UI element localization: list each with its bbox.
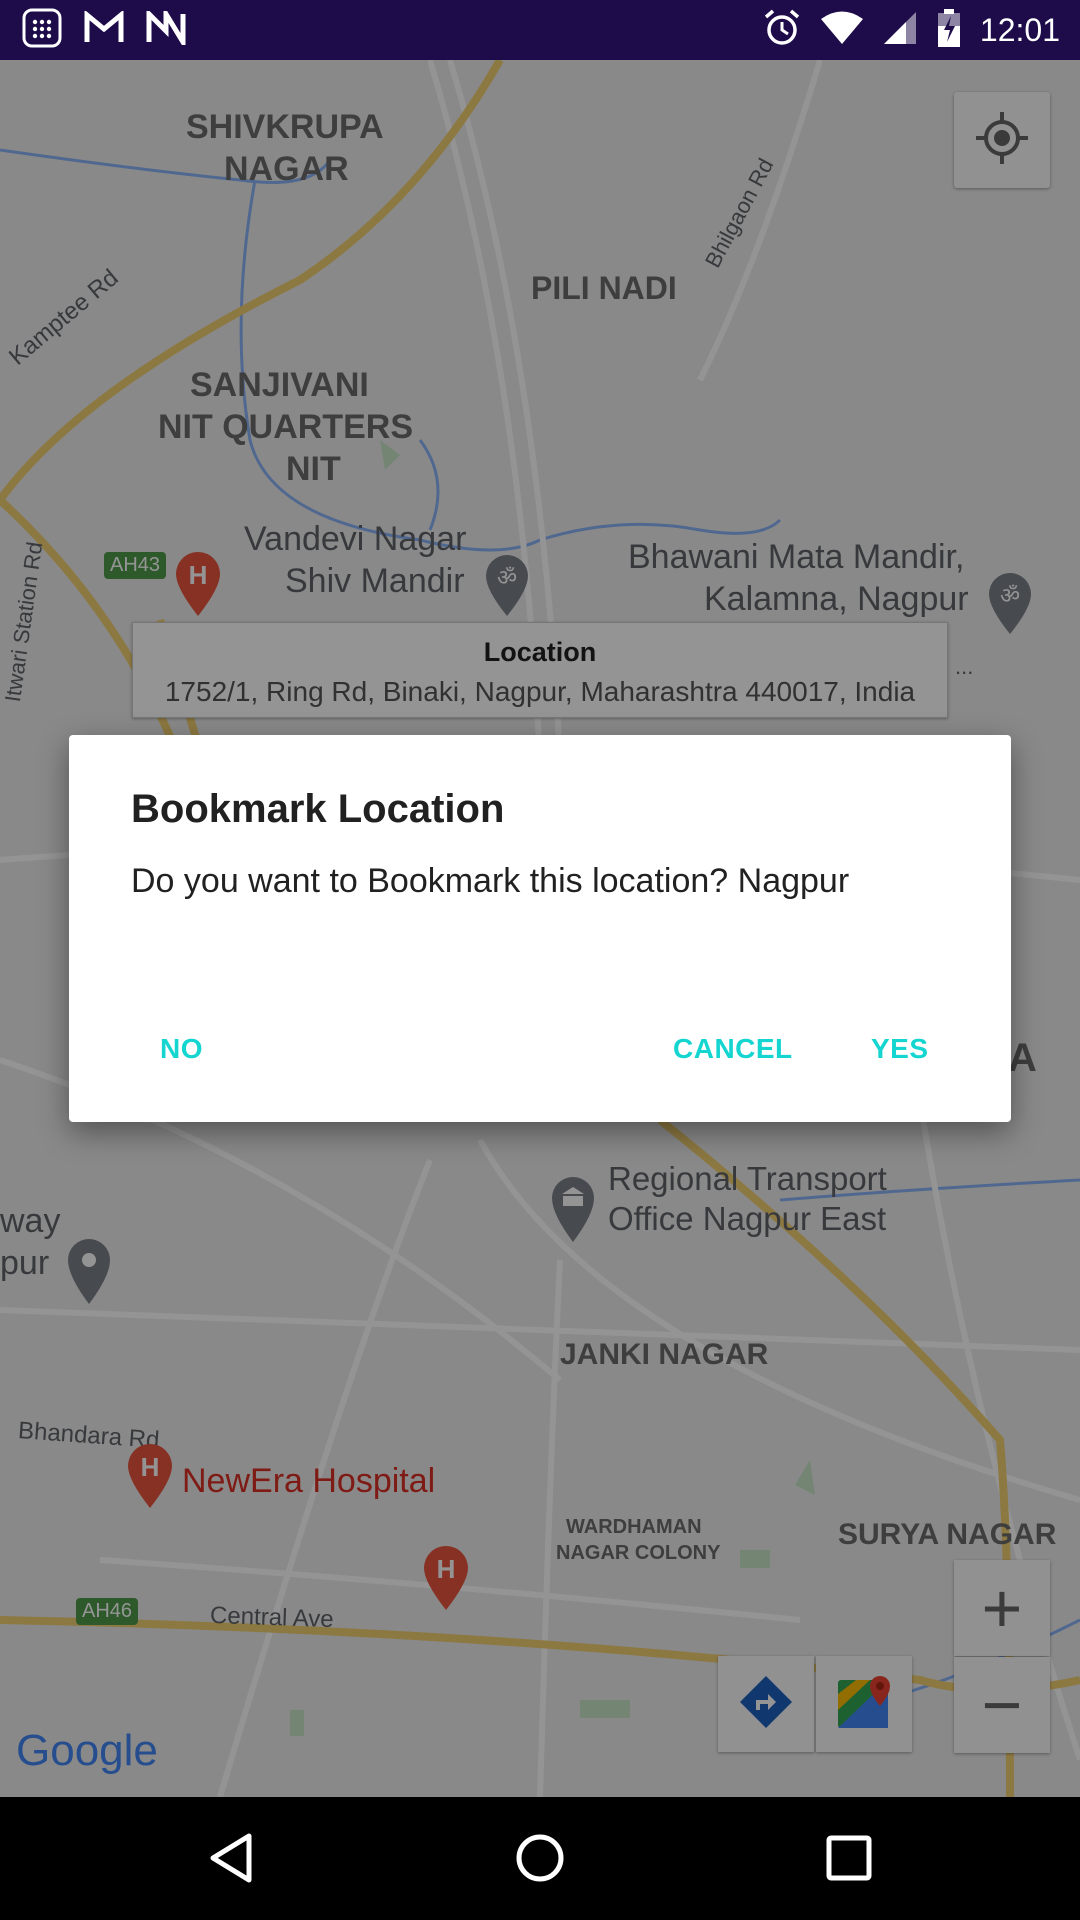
bookmark-dialog: Bookmark Location Do you want to Bookmar… [69, 735, 1011, 1122]
gmail-icon [84, 9, 124, 50]
battery-icon [936, 8, 962, 53]
yes-button[interactable]: YES [871, 1033, 929, 1065]
home-button[interactable] [505, 1825, 575, 1895]
home-circle-icon [514, 1832, 566, 1889]
navigation-bar [0, 1797, 1080, 1920]
status-bar: 12:01 [0, 0, 1080, 60]
back-triangle-icon [207, 1832, 259, 1889]
signal-icon [882, 10, 918, 51]
dialog-title: Bookmark Location [131, 787, 505, 831]
alarm-icon [762, 8, 802, 53]
calculator-icon [22, 8, 62, 53]
no-button[interactable]: NO [160, 1033, 203, 1065]
dialog-message: Do you want to Bookmark this location? N… [131, 862, 850, 900]
notification-n-icon [146, 5, 186, 51]
wifi-icon [820, 10, 864, 51]
recents-button[interactable] [814, 1825, 884, 1895]
clock: 12:01 [979, 12, 1060, 48]
recents-square-icon [825, 1834, 873, 1887]
cancel-button[interactable]: CANCEL [673, 1033, 793, 1065]
back-button[interactable] [198, 1825, 268, 1895]
